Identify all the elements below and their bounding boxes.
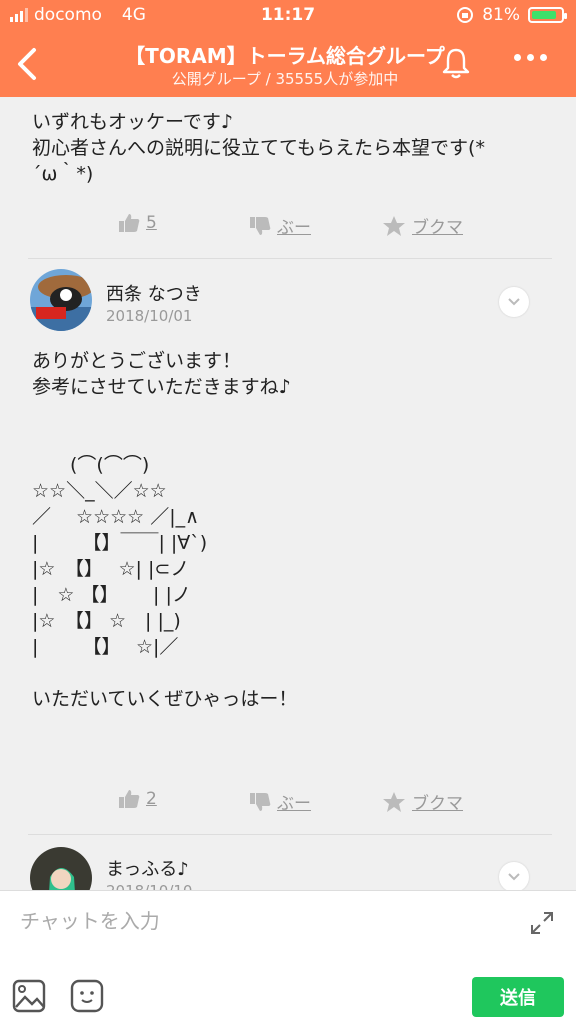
group-title: 【TORAM】トーラム総合グループ <box>125 44 445 68</box>
bookmark-button[interactable]: ブクマ <box>382 789 463 814</box>
message-date: 2018/10/10 <box>106 882 192 890</box>
chat-input[interactable]: チャットを入力 <box>20 905 160 934</box>
battery-icon <box>528 7 567 23</box>
thumbs-down-icon <box>250 792 271 811</box>
like-count: 5 <box>146 213 157 233</box>
avatar[interactable] <box>30 847 92 890</box>
app-header: docomo 4G 11:17 81% 【TORAM】トーラム総合グループ 公開… <box>0 0 576 97</box>
author-name: 西条 なつき <box>106 284 202 305</box>
send-button[interactable]: 送信 <box>472 977 564 1017</box>
status-bar: docomo 4G 11:17 81% <box>0 0 576 30</box>
rotation-lock-icon <box>457 7 474 23</box>
more-menu-icon[interactable] <box>514 54 547 61</box>
back-arrow-icon[interactable] <box>12 44 42 84</box>
avatar[interactable] <box>30 269 92 331</box>
chevron-down-icon[interactable] <box>499 862 529 890</box>
chat-input-bar: チャットを入力 送信 <box>0 890 576 1025</box>
thumbs-up-icon <box>119 214 140 232</box>
group-subtitle: 公開グループ / 35555人が参加中 <box>171 70 399 88</box>
message-date: 2018/10/01 <box>106 307 193 325</box>
chat-feed[interactable]: いずれもオッケーです♪ 初心者さんへの説明に役立ててもらえたら本望です(* ´ω… <box>0 97 576 890</box>
message-text: いずれもオッケーです♪ 初心者さんへの説明に役立ててもらえたら本望です(* ´ω… <box>32 111 485 185</box>
boo-label: ぶー <box>277 218 311 238</box>
thumbs-up-icon <box>119 790 140 808</box>
chevron-down-icon[interactable] <box>499 287 529 317</box>
author-name: まっふる♪ <box>106 859 189 880</box>
message-reactions: 2 ぶー ブクマ <box>0 789 576 819</box>
message-text: ありがとうございます！ 参考にさせていただきますね♪ (⌒(⌒⌒) ☆☆＼_＼／… <box>32 350 298 710</box>
bookmark-button[interactable]: ブクマ <box>382 213 463 238</box>
thumbs-down-icon <box>250 216 271 235</box>
like-button[interactable]: 2 <box>118 789 157 809</box>
sticker-icon[interactable] <box>70 979 104 1013</box>
message-reactions: 5 ぶー ブクマ <box>0 213 576 243</box>
star-icon <box>383 215 405 236</box>
like-button[interactable]: 5 <box>118 213 157 233</box>
message-divider <box>28 258 552 259</box>
star-icon <box>383 791 405 812</box>
expand-icon[interactable] <box>528 909 556 937</box>
bell-icon[interactable] <box>440 46 472 80</box>
boo-button[interactable]: ぶー <box>249 789 311 814</box>
bookmark-label: ブクマ <box>412 218 463 238</box>
boo-label: ぶー <box>277 794 311 814</box>
boo-button[interactable]: ぶー <box>249 213 311 238</box>
image-icon[interactable] <box>12 979 46 1013</box>
like-count: 2 <box>146 789 157 809</box>
message-divider <box>28 834 552 835</box>
battery-percent: 81% <box>482 5 520 25</box>
bookmark-label: ブクマ <box>412 794 463 814</box>
